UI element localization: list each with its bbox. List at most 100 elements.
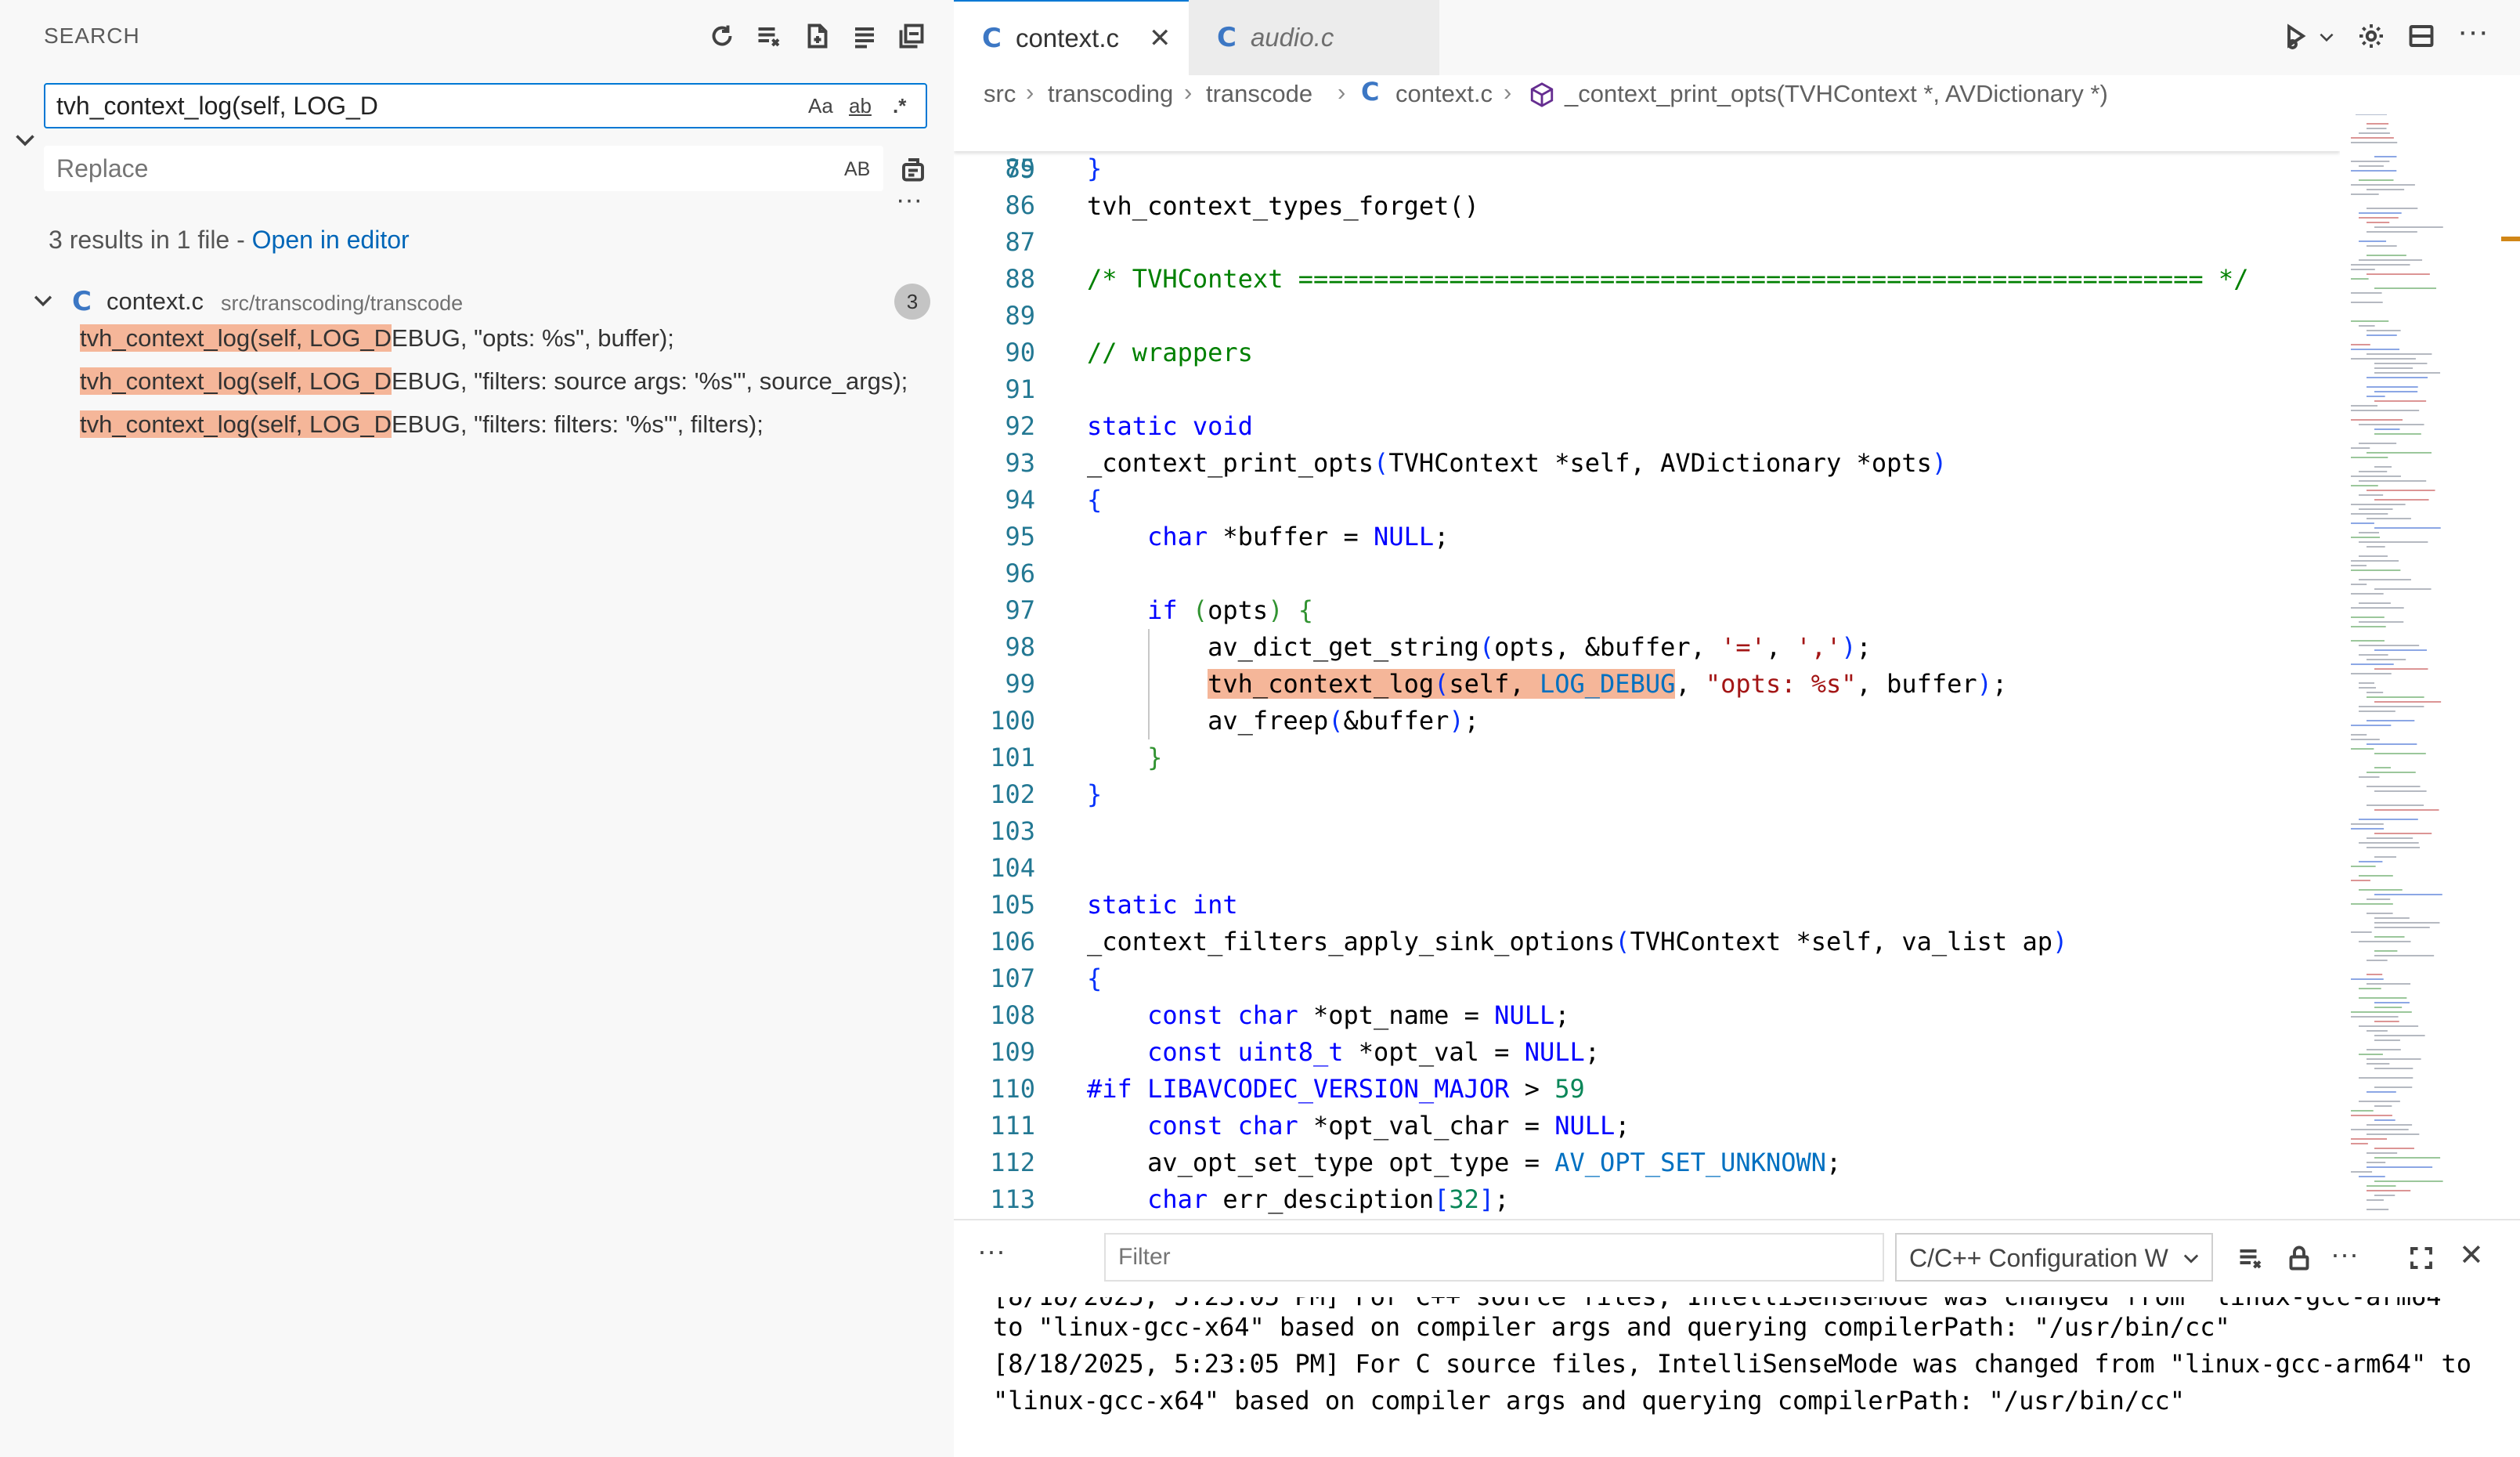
c-file-icon: C bbox=[72, 286, 92, 317]
clear-results-icon[interactable] bbox=[752, 19, 786, 53]
code-line[interactable]: 101 } bbox=[954, 739, 2340, 776]
gear-icon[interactable] bbox=[2354, 19, 2388, 53]
code-line[interactable]: 112 av_opt_set_type opt_type = AV_OPT_SE… bbox=[954, 1144, 2340, 1181]
code-line[interactable]: 100 av_freep(&buffer); bbox=[954, 703, 2340, 739]
line-number: 98 bbox=[1005, 632, 1035, 662]
run-debug-icon[interactable] bbox=[2279, 19, 2313, 53]
collapse-all-icon[interactable] bbox=[894, 19, 929, 53]
code-line[interactable]: 97 if (opts) { bbox=[954, 592, 2340, 629]
clear-output-icon[interactable] bbox=[2233, 1241, 2268, 1275]
run-dropdown-chevron-icon[interactable] bbox=[2316, 27, 2337, 51]
line-number: 88 bbox=[1005, 264, 1035, 294]
open-in-editor-link[interactable]: Open in editor bbox=[252, 226, 410, 254]
search-match-3[interactable]: tvh_context_log(self, LOG_DEBUG, "filter… bbox=[80, 410, 764, 439]
replace-input[interactable] bbox=[56, 146, 761, 191]
results-count-text: 3 results in 1 file - bbox=[49, 226, 252, 254]
line-number: 110 bbox=[990, 1074, 1035, 1104]
code-line[interactable]: 87 bbox=[954, 224, 2340, 261]
code-text: { bbox=[1087, 964, 1103, 993]
search-input[interactable] bbox=[56, 85, 761, 127]
close-panel-icon[interactable]: ✕ bbox=[2459, 1238, 2484, 1273]
search-field[interactable]: Aa ab .* bbox=[44, 83, 927, 128]
code-line[interactable]: 105 static int bbox=[954, 887, 2340, 924]
code-editor[interactable]: 79 tvh_context_types_forget() 85} 86 87 … bbox=[954, 114, 2340, 1219]
result-file-row[interactable]: C context.c src/transcoding/transcode 3 bbox=[30, 282, 938, 321]
code-line[interactable]: 89 bbox=[954, 298, 2340, 334]
sticky-scroll-line[interactable]: 79 tvh_context_types_forget() bbox=[954, 114, 2340, 221]
chevron-right-icon: › bbox=[1184, 78, 1193, 106]
code-line[interactable]: 90 // wrappers bbox=[954, 334, 2340, 371]
panel-more-actions-icon[interactable]: ··· bbox=[2330, 1238, 2359, 1271]
toggle-replace-chevron-icon[interactable] bbox=[11, 125, 39, 154]
output-filter-input[interactable] bbox=[1118, 1235, 1823, 1280]
output-channel-select[interactable]: C/C++ Configuration W bbox=[1895, 1233, 2213, 1282]
breadcrumb-item-transcode[interactable]: transcode bbox=[1206, 80, 1312, 108]
code-line[interactable]: 85} bbox=[954, 150, 2340, 187]
lock-scroll-icon[interactable] bbox=[2282, 1241, 2316, 1275]
minimap[interactable] bbox=[2340, 114, 2520, 1219]
breadcrumb-item-src[interactable]: src bbox=[984, 80, 1016, 108]
breadcrumb-item-file[interactable]: context.c bbox=[1395, 80, 1493, 108]
match-highlight: tvh_context_log(self, LOG_D bbox=[80, 410, 392, 438]
code-line[interactable]: 109 const uint8_t *opt_val = NULL; bbox=[954, 1034, 2340, 1071]
line-number: 100 bbox=[990, 706, 1035, 736]
code-line[interactable]: 96 bbox=[954, 555, 2340, 592]
line-number: 95 bbox=[1005, 522, 1035, 551]
code-text: static int bbox=[1087, 890, 1238, 920]
code-line-current-match[interactable]: 99 tvh_context_log(self, LOG_DEBUG, "opt… bbox=[954, 666, 2340, 703]
code-line[interactable]: 88 /* TVHContext ========================… bbox=[954, 261, 2340, 298]
tab-context-c[interactable]: C context.c ✕ bbox=[954, 0, 1189, 75]
code-line[interactable]: 91 bbox=[954, 371, 2340, 408]
code-text: #if LIBAVCODEC_VERSION_MAJOR > 59 bbox=[1087, 1074, 1585, 1104]
line-number: 96 bbox=[1005, 559, 1035, 588]
split-editor-icon[interactable] bbox=[2404, 19, 2439, 53]
code-line[interactable]: 98 av_dict_get_string(opts, &buffer, '='… bbox=[954, 629, 2340, 666]
tab-label: audio.c bbox=[1250, 23, 1334, 52]
close-icon[interactable]: ✕ bbox=[1149, 23, 1172, 54]
line-number: 92 bbox=[1005, 411, 1035, 441]
code-text: char err_desciption[32]; bbox=[1147, 1184, 1510, 1214]
code-line[interactable]: 94 { bbox=[954, 482, 2340, 519]
code-line[interactable]: 103 bbox=[954, 813, 2340, 850]
chevron-down-icon[interactable] bbox=[30, 287, 56, 313]
code-line[interactable]: 113 char err_desciption[32]; bbox=[954, 1181, 2340, 1218]
search-match-2[interactable]: tvh_context_log(self, LOG_DEBUG, "filter… bbox=[80, 367, 908, 396]
code-line[interactable]: 102} bbox=[954, 776, 2340, 813]
match-whole-word-toggle[interactable]: ab bbox=[849, 94, 872, 118]
method-symbol-icon bbox=[1530, 82, 1554, 107]
code-line[interactable]: 111 const char *opt_val_char = NULL; bbox=[954, 1108, 2340, 1144]
output-log[interactable]: [8/18/2025, 5:23:05 PM] For C++ source f… bbox=[954, 1297, 2520, 1457]
code-text: const char *opt_val_char = NULL; bbox=[1147, 1111, 1630, 1141]
editor-tab-bar: C context.c ✕ C audio.c ··· bbox=[954, 0, 2520, 75]
breadcrumb-item-transcoding[interactable]: transcoding bbox=[1048, 80, 1173, 108]
new-search-editor-icon[interactable] bbox=[800, 19, 835, 53]
code-line[interactable]: 107 { bbox=[954, 960, 2340, 997]
tab-audio-c[interactable]: C audio.c bbox=[1189, 0, 1439, 75]
line-number: 113 bbox=[990, 1184, 1035, 1214]
output-filter-field[interactable] bbox=[1104, 1233, 1884, 1282]
code-line[interactable]: 106 _context_filters_apply_sink_options(T… bbox=[954, 924, 2340, 960]
match-case-toggle[interactable]: Aa bbox=[808, 94, 833, 118]
replace-all-icon[interactable] bbox=[896, 152, 930, 186]
preserve-case-toggle[interactable]: AB bbox=[844, 158, 870, 181]
view-as-tree-icon[interactable] bbox=[847, 19, 882, 53]
code-line[interactable]: 93 _context_print_opts(TVHContext *self, … bbox=[954, 445, 2340, 482]
code-line[interactable]: 92 static void bbox=[954, 408, 2340, 445]
code-line[interactable]: 95 char *buffer = NULL; bbox=[954, 519, 2340, 555]
maximize-panel-icon[interactable] bbox=[2404, 1241, 2439, 1275]
search-match-1[interactable]: tvh_context_log(self, LOG_DEBUG, "opts: … bbox=[80, 324, 674, 352]
chevron-right-icon: › bbox=[1504, 78, 1512, 106]
replace-field[interactable]: AB bbox=[44, 146, 883, 191]
breadcrumb-symbol[interactable]: _context_print_opts(TVHContext *, AVDict… bbox=[1565, 80, 2108, 108]
line-number: 106 bbox=[990, 927, 1035, 956]
line-number: 104 bbox=[990, 853, 1035, 883]
more-actions-icon[interactable]: ··· bbox=[2457, 14, 2489, 49]
more-actions-button[interactable]: ··· bbox=[896, 185, 922, 215]
use-regex-toggle[interactable]: .* bbox=[893, 94, 906, 118]
panel-more-button[interactable]: ··· bbox=[977, 1235, 1005, 1267]
refresh-icon[interactable] bbox=[705, 19, 739, 53]
code-line[interactable]: 110 #if LIBAVCODEC_VERSION_MAJOR > 59 bbox=[954, 1071, 2340, 1108]
code-line[interactable]: 108 const char *opt_name = NULL; bbox=[954, 997, 2340, 1034]
code-line[interactable]: 104 bbox=[954, 850, 2340, 887]
match-highlight: tvh_context_log(self, LOG_D bbox=[80, 324, 392, 352]
